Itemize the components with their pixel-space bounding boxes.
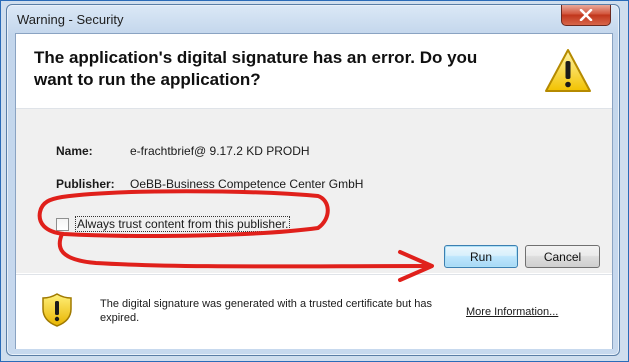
dialog-content: The application's digital signature has … — [15, 33, 613, 349]
window-title: Warning - Security — [17, 12, 124, 27]
footer-message: The digital signature was generated with… — [100, 298, 433, 324]
more-information-label[interactable]: More Information... — [466, 306, 558, 318]
warning-icon — [545, 49, 591, 92]
warning-headline: The application's digital signature has … — [34, 48, 478, 89]
publisher-value: OeBB-Business Competence Center GmbH — [130, 177, 364, 191]
shield-warning-icon — [42, 293, 72, 327]
name-label: Name: — [56, 144, 93, 158]
more-information-link[interactable]: More Information... — [466, 306, 558, 318]
publisher-label: Publisher: — [56, 177, 115, 191]
trust-publisher-checkbox[interactable] — [56, 217, 69, 231]
run-button[interactable]: Run — [444, 245, 518, 268]
close-button[interactable] — [561, 5, 611, 26]
trust-publisher-label[interactable]: Always trust content from this publisher… — [75, 216, 291, 232]
cancel-button[interactable]: Cancel — [525, 245, 600, 268]
dialog-header: The application's digital signature has … — [16, 34, 612, 109]
dialog-footer: The digital signature was generated with… — [16, 274, 612, 349]
name-value: e-frachtbrief@ 9.17.2 KD PRODH — [130, 144, 310, 158]
security-warning-dialog: Warning - Security The application's dig… — [6, 4, 620, 356]
title-bar[interactable]: Warning - Security — [7, 5, 619, 33]
close-icon — [579, 9, 593, 21]
trust-publisher-option[interactable]: Always trust content from this publisher… — [56, 215, 291, 233]
dialog-body: Name: e-frachtbrief@ 9.17.2 KD PRODH Pub… — [16, 109, 612, 273]
